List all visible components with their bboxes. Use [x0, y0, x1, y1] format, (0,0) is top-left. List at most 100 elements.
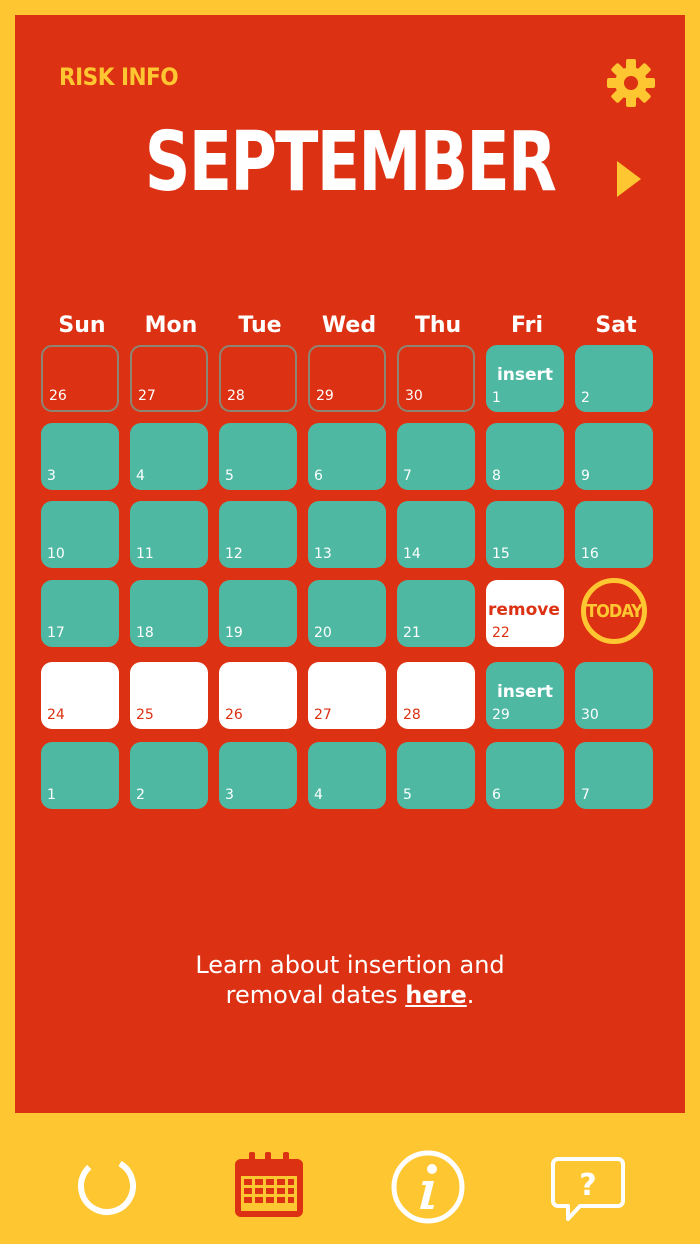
day-cell[interactable]: 3 [219, 742, 297, 809]
here-link[interactable]: here [405, 981, 466, 1009]
day-cell[interactable]: 2 [575, 345, 653, 412]
day-cell[interactable]: 4 [130, 423, 208, 490]
day-cell[interactable]: 15 [486, 501, 564, 568]
calendar-icon[interactable] [232, 1149, 306, 1221]
day-number: 5 [225, 468, 234, 484]
day-number: 6 [314, 468, 323, 484]
day-number: 3 [225, 787, 234, 803]
day-cell[interactable]: 13 [308, 501, 386, 568]
day-number: 15 [492, 546, 510, 562]
day-number: 7 [403, 468, 412, 484]
day-number: 8 [492, 468, 501, 484]
day-cell[interactable]: 21 [397, 580, 475, 647]
day-number: 30 [405, 388, 423, 404]
day-number: 12 [225, 546, 243, 562]
learn-line-2: removal dates here. [15, 980, 685, 1010]
day-cell[interactable]: 30 [397, 345, 475, 412]
svg-text:?: ? [579, 1168, 596, 1203]
day-cell[interactable]: 9 [575, 423, 653, 490]
day-cell[interactable]: insert 1 [486, 345, 564, 412]
day-cell[interactable]: remove 22 [486, 580, 564, 647]
day-number: 29 [316, 388, 334, 404]
day-cell[interactable]: 25 [130, 662, 208, 729]
calendar-panel: RISK INFO SEPTEMBER Sun Mon Tue Wed Thu … [15, 15, 685, 1113]
day-number: 18 [136, 625, 154, 641]
day-cell[interactable]: 14 [397, 501, 475, 568]
learn-line-2-prefix: removal dates [225, 981, 406, 1009]
day-cell[interactable]: 5 [397, 742, 475, 809]
day-number: 24 [47, 707, 65, 723]
learn-more-text: Learn about insertion and removal dates … [15, 950, 685, 1010]
day-number: 19 [225, 625, 243, 641]
day-number: 2 [136, 787, 145, 803]
day-number: 30 [581, 707, 599, 723]
day-cell[interactable]: 6 [486, 742, 564, 809]
day-cell[interactable]: 20 [308, 580, 386, 647]
day-cell[interactable]: 17 [41, 580, 119, 647]
help-chat-icon[interactable]: ? [550, 1155, 626, 1225]
day-number: 22 [492, 625, 510, 641]
progress-ring-icon[interactable] [76, 1155, 138, 1217]
day-cell[interactable]: insert 29 [486, 662, 564, 729]
day-number: 29 [492, 707, 510, 723]
day-number: 1 [47, 787, 56, 803]
day-cell[interactable]: 4 [308, 742, 386, 809]
day-number: 26 [225, 707, 243, 723]
insert-label: insert [496, 682, 554, 702]
day-cell[interactable]: 29 [308, 345, 386, 412]
day-cell[interactable]: 30 [575, 662, 653, 729]
day-cell[interactable]: 26 [41, 345, 119, 412]
day-number: 27 [138, 388, 156, 404]
day-number: 5 [403, 787, 412, 803]
day-number: 25 [136, 707, 154, 723]
day-number: 3 [47, 468, 56, 484]
day-number: 20 [314, 625, 332, 641]
day-cell[interactable]: 8 [486, 423, 564, 490]
day-number: 21 [403, 625, 421, 641]
day-cell[interactable]: 24 [41, 662, 119, 729]
learn-line-1: Learn about insertion and [195, 951, 505, 979]
day-cell[interactable]: 3 [41, 423, 119, 490]
day-number: 4 [136, 468, 145, 484]
day-number: 7 [581, 787, 590, 803]
day-number: 28 [403, 707, 421, 723]
day-cell[interactable]: 7 [575, 742, 653, 809]
day-cell[interactable]: 28 [219, 345, 297, 412]
day-number: 27 [314, 707, 332, 723]
day-number: 2 [581, 390, 590, 406]
day-number: 17 [47, 625, 65, 641]
day-cell[interactable]: 19 [219, 580, 297, 647]
day-number: 28 [227, 388, 245, 404]
today-label: TODAY [586, 600, 643, 622]
info-icon[interactable] [390, 1149, 466, 1225]
day-number: 26 [49, 388, 67, 404]
day-cell[interactable]: 6 [308, 423, 386, 490]
day-cell[interactable]: 27 [308, 662, 386, 729]
day-cell[interactable]: 11 [130, 501, 208, 568]
learn-line-2-suffix: . [466, 981, 475, 1009]
day-number: 9 [581, 468, 590, 484]
day-cell[interactable]: 18 [130, 580, 208, 647]
day-cell[interactable]: 7 [397, 423, 475, 490]
remove-label: remove [488, 600, 560, 620]
day-cell[interactable]: 26 [219, 662, 297, 729]
day-number: 4 [314, 787, 323, 803]
day-number: 10 [47, 546, 65, 562]
day-cell[interactable]: 5 [219, 423, 297, 490]
day-number: 14 [403, 546, 421, 562]
insert-label: insert [496, 365, 554, 385]
day-cell[interactable]: 10 [41, 501, 119, 568]
today-marker[interactable]: TODAY [581, 578, 647, 644]
day-number: 11 [136, 546, 154, 562]
day-cell[interactable]: 12 [219, 501, 297, 568]
day-cell[interactable]: 16 [575, 501, 653, 568]
day-cell[interactable]: 27 [130, 345, 208, 412]
bottom-tab-bar: ? [0, 1113, 700, 1244]
day-number: 13 [314, 546, 332, 562]
day-number: 1 [492, 390, 501, 406]
day-cell[interactable]: 2 [130, 742, 208, 809]
calendar-grid: 26 27 28 29 30 insert 1 2 3 4 5 6 7 8 9 10 11 12 13 14 15 16 1… [15, 15, 685, 815]
day-cell[interactable]: 28 [397, 662, 475, 729]
day-number: 6 [492, 787, 501, 803]
day-cell[interactable]: 1 [41, 742, 119, 809]
